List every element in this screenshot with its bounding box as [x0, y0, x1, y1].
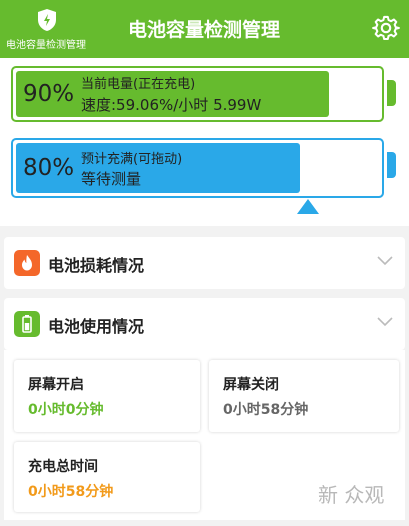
current-battery-status: 当前电量(正在充电)	[81, 77, 196, 92]
chevron-down-icon[interactable]	[376, 316, 394, 328]
battery-wear-label: 电池损耗情况	[48, 256, 145, 275]
page-title: 电池容量检测管理	[128, 19, 281, 41]
measure-status: 等待测量	[81, 170, 142, 188]
app-name: 电池容量检测管理	[6, 40, 86, 51]
app-header: 电池容量检测管理 电池容量检测管理	[0, 0, 409, 58]
target-slider-handle[interactable]	[297, 199, 319, 214]
charging-speed: 速度:59.06%/小时 5.99W	[81, 96, 262, 114]
screen-on-value: 0小时0分钟	[28, 402, 104, 418]
target-battery-percent: 80%	[23, 155, 75, 181]
current-battery-percent: 90%	[23, 81, 75, 107]
charge-total-label: 充电总时间	[28, 459, 98, 475]
target-battery-status: 预计充满(可拖动)	[81, 152, 183, 167]
target-battery-terminal	[387, 152, 396, 178]
chevron-down-icon[interactable]	[376, 255, 394, 267]
app-logo-icon	[38, 9, 56, 31]
screen-off-label: 屏幕关闭	[223, 377, 279, 393]
gear-icon[interactable]	[372, 14, 400, 42]
screen-on-label: 屏幕开启	[28, 377, 84, 393]
screen-on-tile: 屏幕开启 0小时0分钟	[14, 360, 200, 432]
screen-off-value: 0小时58分钟	[223, 402, 309, 418]
battery-usage-icon	[14, 311, 40, 337]
battery-wear-icon	[14, 250, 40, 276]
current-battery-gauge: 90% 当前电量(正在充电) 速度:59.06%/小时 5.99W	[11, 66, 384, 122]
screen-off-tile: 屏幕关闭 0小时58分钟	[209, 360, 399, 432]
watermark: 新 众观	[318, 483, 385, 507]
current-battery-terminal	[387, 80, 396, 106]
battery-wear-section[interactable]: 电池损耗情况	[4, 237, 405, 289]
charge-total-tile: 充电总时间 0小时58分钟	[14, 442, 200, 512]
battery-usage-section[interactable]: 电池使用情况	[4, 298, 405, 350]
target-battery-gauge[interactable]: 80% 预计充满(可拖动) 等待测量	[11, 138, 384, 198]
charge-total-value: 0小时58分钟	[28, 484, 114, 500]
battery-usage-label: 电池使用情况	[48, 317, 145, 336]
